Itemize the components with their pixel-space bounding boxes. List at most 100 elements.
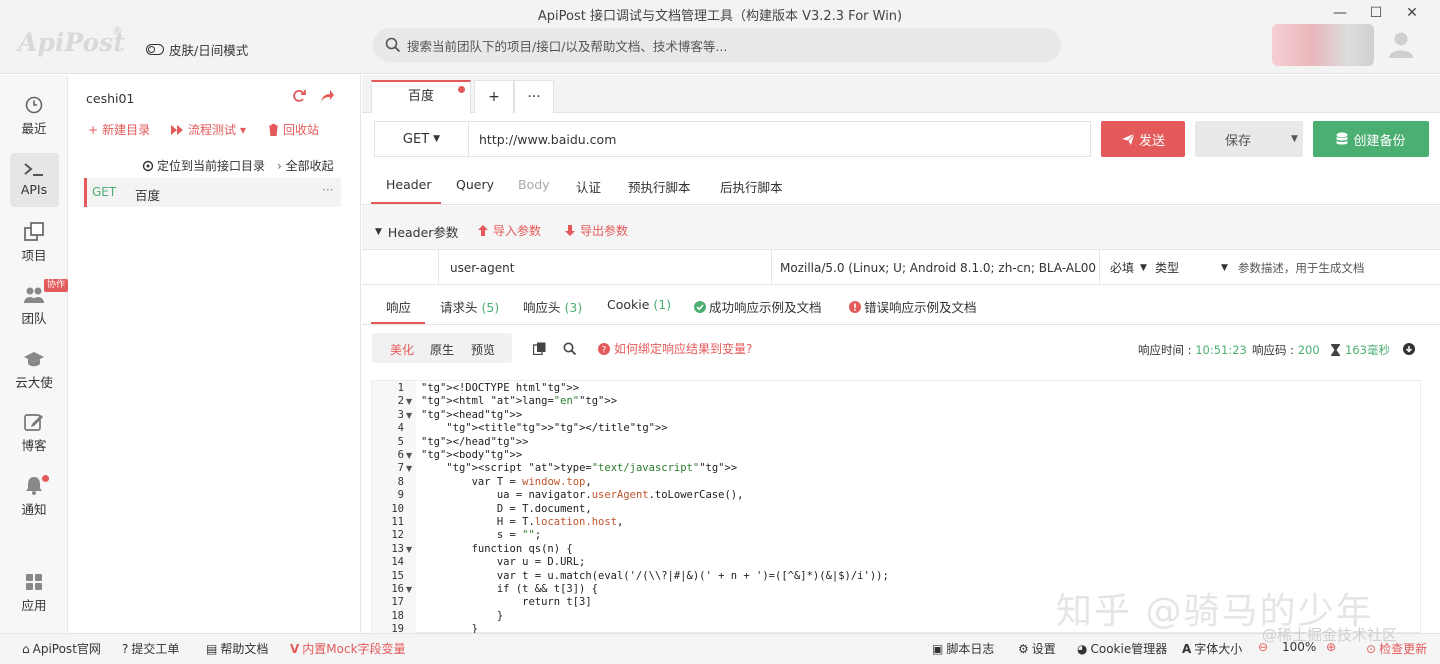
help-docs-link[interactable]: ▤ 帮助文档: [206, 640, 268, 657]
tree-item-baidu[interactable]: [84, 178, 341, 207]
global-search[interactable]: 搜索当前团队下的项目/接口/以及帮助文档、技术博客等...: [373, 28, 1061, 62]
code-line: "tg"><title"tg">>"tg"></title"tg">>: [446, 422, 668, 435]
tab-body[interactable]: Body: [518, 177, 550, 192]
fold-toggle-icon[interactable]: ▼: [406, 462, 412, 475]
locate-label: 定位到当前接口目录: [157, 159, 266, 173]
header-param-row: user-agent Mozilla/5.0 (Linux; U; Androi…: [362, 250, 1440, 285]
skin-mode-toggle[interactable]: 皮肤/日间模式: [146, 40, 248, 59]
app-logo: ApiPost: [18, 28, 125, 57]
resp-headers-label: 响应头: [523, 300, 561, 315]
nav-item-apps[interactable]: 应用: [0, 573, 68, 614]
mock-vars-link[interactable]: V 内置Mock字段变量: [290, 640, 406, 657]
question-circle-icon: ?: [598, 342, 610, 355]
avatar[interactable]: [1386, 28, 1416, 58]
param-key-input[interactable]: user-agent: [438, 250, 771, 285]
tab-auth[interactable]: 认证: [576, 177, 601, 196]
cookie-manager-button[interactable]: ◕ Cookie管理器: [1077, 640, 1167, 657]
nav-item-notify[interactable]: 通知: [0, 476, 68, 518]
param-desc-input[interactable]: 参数描述，用于生成文档: [1238, 260, 1365, 276]
bind-variable-help-link[interactable]: ? 如何绑定响应结果到变量?: [598, 340, 752, 357]
method-select[interactable]: GET ▼: [374, 121, 468, 157]
code-line: if (t && t[3]) {: [421, 583, 599, 595]
fold-toggle-icon[interactable]: ▼: [406, 543, 412, 556]
tab-baidu[interactable]: 百度: [371, 80, 471, 114]
search-icon[interactable]: [563, 342, 576, 355]
tab-response-headers[interactable]: 响应头 (3): [523, 297, 582, 316]
nav-item-cloud[interactable]: 云大使: [0, 350, 68, 391]
response-code: 响应码 : 200: [1252, 342, 1320, 358]
header-params-toggle[interactable]: ▼ Header参数: [375, 222, 458, 241]
script-log-button[interactable]: ▣ 脚本日志: [932, 640, 994, 657]
header-params-title: Header参数: [387, 225, 459, 240]
create-backup-button[interactable]: 创建备份: [1313, 121, 1429, 157]
fold-toggle-icon[interactable]: ▼: [406, 409, 412, 422]
share-icon[interactable]: [320, 89, 335, 103]
resp-headers-count: (3): [564, 300, 583, 315]
code-line: ua = navigator.userAgent.toLowerCase(),: [421, 489, 744, 502]
line-number: 17: [391, 596, 404, 609]
locate-current-button[interactable]: 定位到当前接口目录: [142, 157, 265, 174]
type-value: 类型: [1154, 261, 1179, 275]
tab-query[interactable]: Query: [456, 177, 494, 192]
collapse-all-button[interactable]: › 全部收起: [277, 157, 334, 174]
tab-cookie[interactable]: Cookie (1): [607, 297, 671, 312]
response-time-label: 响应时间 :: [1138, 343, 1196, 357]
tab-pre-script[interactable]: 预执行脚本: [628, 177, 691, 196]
send-button[interactable]: 发送: [1101, 121, 1185, 157]
format-pretty-button[interactable]: 美化: [390, 341, 414, 358]
flow-test-button[interactable]: 流程测试 ▾: [171, 121, 246, 138]
refresh-icon[interactable]: [292, 89, 306, 103]
nav-item-project[interactable]: 项目: [0, 222, 68, 264]
nav-item-apis[interactable]: APIs: [0, 160, 68, 197]
tab-post-script[interactable]: 后执行脚本: [720, 177, 783, 196]
cookie-icon: ◕: [1077, 641, 1088, 656]
param-value-input[interactable]: Mozilla/5.0 (Linux; U; Android 8.1.0; zh…: [771, 250, 1099, 285]
import-params-button[interactable]: 导入参数: [478, 222, 541, 239]
new-dir-label: 新建目录: [102, 123, 151, 137]
copy-icon[interactable]: [533, 342, 546, 355]
tab-header[interactable]: Header: [386, 177, 432, 192]
nav-item-blog[interactable]: 博客: [0, 413, 68, 454]
nav-item-recent[interactable]: 最近: [0, 96, 68, 137]
site-label: ApiPost官网: [32, 642, 101, 656]
tab-error-example[interactable]: 错误响应示例及文档: [849, 297, 977, 316]
fold-toggle-icon[interactable]: ▼: [406, 449, 412, 462]
format-raw-button[interactable]: 原生: [430, 341, 454, 358]
type-select[interactable]: 类型 ▼: [1155, 259, 1228, 276]
fold-toggle-icon[interactable]: ▼: [406, 395, 412, 408]
fold-toggle-icon[interactable]: ▼: [406, 583, 412, 596]
gear-icon: ⚙: [1018, 641, 1029, 656]
save-button[interactable]: 保存 ▼: [1195, 121, 1303, 157]
nav-label-cloud: 云大使: [15, 375, 53, 390]
close-button[interactable]: ✕: [1390, 0, 1434, 26]
export-params-button[interactable]: 导出参数: [565, 222, 628, 239]
required-select[interactable]: 必填 ▼: [1110, 259, 1147, 276]
submit-ticket-link[interactable]: ? 提交工单: [122, 640, 179, 657]
tab-request-headers[interactable]: 请求头 (5): [440, 297, 499, 316]
settings-button[interactable]: ⚙ 设置: [1018, 640, 1056, 657]
active-response-tab-indicator: [371, 322, 425, 324]
window-title: ApiPost 接口调试与文档管理工具（构建版本 V3.2.3 For Win): [537, 9, 903, 24]
format-preview-button[interactable]: 预览: [471, 341, 495, 358]
download-icon[interactable]: [1403, 343, 1415, 355]
new-dir-button[interactable]: + 新建目录: [88, 121, 150, 138]
user-info-blurred[interactable]: [1272, 24, 1374, 66]
code-line: "tg"></head"tg">>: [421, 435, 529, 448]
search-icon: [385, 37, 401, 53]
tab-response[interactable]: 响应: [386, 297, 411, 316]
settings-label: 设置: [1031, 642, 1056, 656]
tab-success-example[interactable]: 成功响应示例及文档: [694, 297, 822, 316]
param-options: 必填 ▼ 类型 ▼ 参数描述，用于生成文档: [1099, 250, 1439, 285]
response-code-value: 200: [1297, 343, 1320, 357]
add-tab-button[interactable]: +: [474, 80, 514, 113]
response-tabs: 响应 请求头 (5) 响应头 (3) Cookie (1) 成功响应示例及文档 …: [362, 285, 1440, 325]
nav-item-team[interactable]: 团队: [0, 286, 68, 327]
line-number: 15: [391, 569, 404, 582]
req-headers-label: 请求头: [440, 300, 478, 315]
tab-more-button[interactable]: ···: [514, 80, 554, 113]
tree-item-more-button[interactable]: ···: [322, 183, 333, 197]
trash-button[interactable]: 回收站: [268, 121, 319, 138]
url-input[interactable]: http://www.baidu.com: [468, 121, 1091, 157]
watermark-secondary: @稀土掘金技术社区: [1262, 626, 1398, 644]
apipost-site-link[interactable]: ⌂ ApiPost官网: [22, 640, 101, 657]
